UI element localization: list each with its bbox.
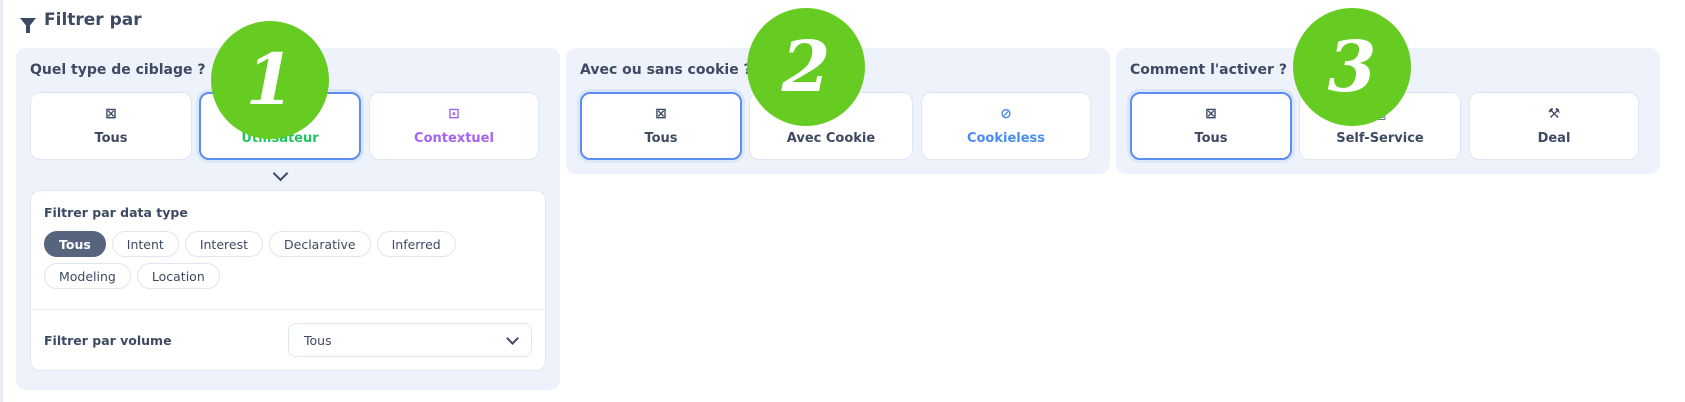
step-badge-3: 3 [1293, 8, 1411, 126]
panel-title: Comment l'activer ? [1130, 62, 1287, 78]
chip-modeling[interactable]: Modeling [44, 263, 131, 289]
option-label: Tous [1194, 130, 1228, 146]
funnel-icon [20, 18, 36, 33]
page-left-border [0, 0, 3, 402]
chip-intent[interactable]: Intent [111, 231, 179, 257]
data-type-filter-title: Filtrer par data type [44, 205, 188, 220]
chevron-down-icon [506, 332, 519, 345]
option-label: Cookieless [966, 130, 1046, 146]
panel-title: Quel type de ciblage ? [30, 62, 206, 78]
chip-interest[interactable]: Interest [184, 231, 263, 257]
filter-off-icon: ⊠ [1205, 105, 1217, 122]
step-badge-1: 1 [211, 21, 329, 139]
option-label: Deal [1537, 130, 1571, 146]
volume-select[interactable]: Tous [288, 323, 532, 357]
filter-off-icon: ⊠ [655, 105, 667, 122]
option-label: Tous [644, 130, 678, 146]
option-tous[interactable]: ⊠ Tous [30, 92, 192, 160]
chip-location[interactable]: Location [136, 263, 220, 289]
option-label: Avec Cookie [786, 130, 876, 146]
data-type-chips: Tous Intent Interest Declarative Inferre… [44, 231, 514, 289]
ban-icon: ⊘ [1000, 105, 1012, 122]
volume-filter-label: Filtrer par volume [44, 333, 172, 348]
option-label: Tous [94, 130, 128, 146]
divider [31, 309, 545, 310]
option-tous[interactable]: ⊠ Tous [1130, 92, 1292, 160]
panel-title: Avec ou sans cookie ? [580, 62, 752, 78]
volume-select-value: Tous [304, 332, 332, 348]
contextual-icon: ⊡ [448, 105, 460, 122]
option-tous[interactable]: ⊠ Tous [580, 92, 742, 160]
sub-filter-panel: Filtrer par data type Tous Intent Intere… [30, 190, 546, 371]
option-label: Contextuel [414, 130, 494, 146]
filter-off-icon: ⊠ [105, 105, 117, 122]
chip-declarative[interactable]: Declarative [269, 231, 371, 257]
filter-header-title: Filtrer par [44, 10, 142, 30]
option-deal[interactable]: ⚒ Deal [1469, 92, 1639, 160]
step-badge-2: 2 [747, 8, 865, 126]
filter-header: Filtrer par [20, 10, 142, 33]
option-label: Self-Service [1336, 130, 1424, 146]
gavel-icon: ⚒ [1547, 105, 1561, 122]
chip-inferred[interactable]: Inferred [376, 231, 456, 257]
option-contextuel[interactable]: ⊡ Contextuel [369, 92, 539, 160]
option-cookieless[interactable]: ⊘ Cookieless [921, 92, 1091, 160]
chip-tous[interactable]: Tous [44, 231, 106, 257]
